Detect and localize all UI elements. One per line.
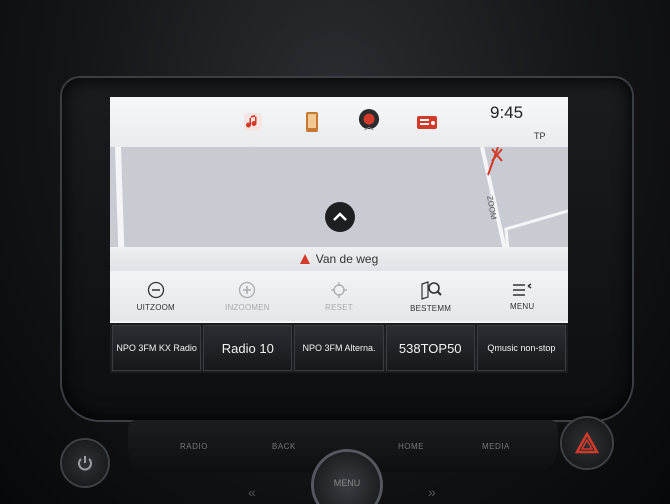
menu-label: MENU <box>509 301 535 311</box>
hazard-button[interactable] <box>562 418 612 468</box>
home-hw-button[interactable]: HOME <box>398 442 424 451</box>
menu-button[interactable]: MENU <box>476 271 568 321</box>
preset-button[interactable]: Qmusic non-stop <box>476 325 567 371</box>
zoom-out-button[interactable]: UITZOOM <box>110 271 202 321</box>
zoom-in-label: INZOOMEN <box>225 302 270 312</box>
zoom-in-icon <box>239 281 256 298</box>
map-controls: UITZOOM INZOOMEN RESET BESTEMM MENU <box>110 271 568 321</box>
dashboard: 9:45 TP ZOOM Van de weg UITZOOM INZOOMEN… <box>0 0 670 504</box>
seek-forward-button[interactable]: » <box>428 484 436 500</box>
street-name: Van de weg <box>315 252 379 266</box>
back-hw-button[interactable]: BACK <box>272 442 296 451</box>
radio-presets: NPO 3FM KX Radio Radio 10 NPO 3FM Altern… <box>110 323 568 373</box>
menu-icon <box>513 282 532 296</box>
street-bar: Van de weg <box>110 247 568 271</box>
media-hw-button[interactable]: MEDIA <box>482 442 510 451</box>
destination-label: BESTEMM <box>410 303 452 313</box>
zoom-out-icon <box>147 281 164 298</box>
preset-button[interactable]: NPO 3FM KX Radio <box>112 325 202 371</box>
clock: 9:45 <box>490 103 524 122</box>
zoom-out-label: UITZOOM <box>136 302 175 312</box>
radio-hw-button[interactable]: RADIO <box>180 442 208 451</box>
reset-label: RESET <box>325 302 353 312</box>
seek-back-button[interactable]: « <box>248 484 256 500</box>
menu-knob-label: MENU <box>333 478 361 488</box>
traffic-program-indicator: TP <box>534 131 546 141</box>
hazard-icon <box>575 432 599 454</box>
preset-button[interactable]: Radio 10 <box>203 325 293 371</box>
navigation-icon[interactable] <box>358 109 380 131</box>
vehicle-marker-icon <box>299 254 310 264</box>
radio-icon[interactable] <box>416 111 438 133</box>
reset-icon <box>330 281 347 298</box>
music-icon[interactable] <box>242 111 264 133</box>
preset-button[interactable]: 538TOP50 <box>385 325 475 371</box>
zoom-in-button[interactable]: INZOOMEN <box>202 271 294 321</box>
position-arrow-icon <box>325 202 355 232</box>
reset-button[interactable]: RESET <box>293 271 385 321</box>
power-button[interactable] <box>62 440 108 486</box>
power-icon <box>78 456 92 471</box>
preset-button[interactable]: NPO 3FM Alterna. <box>294 325 384 371</box>
infotainment-screen: 9:45 TP ZOOM Van de weg UITZOOM INZOOMEN… <box>110 97 568 373</box>
top-bar: 9:45 TP <box>110 97 568 147</box>
destination-search-icon <box>420 280 442 300</box>
phone-icon[interactable] <box>301 111 323 133</box>
destination-button[interactable]: BESTEMM <box>385 271 477 321</box>
